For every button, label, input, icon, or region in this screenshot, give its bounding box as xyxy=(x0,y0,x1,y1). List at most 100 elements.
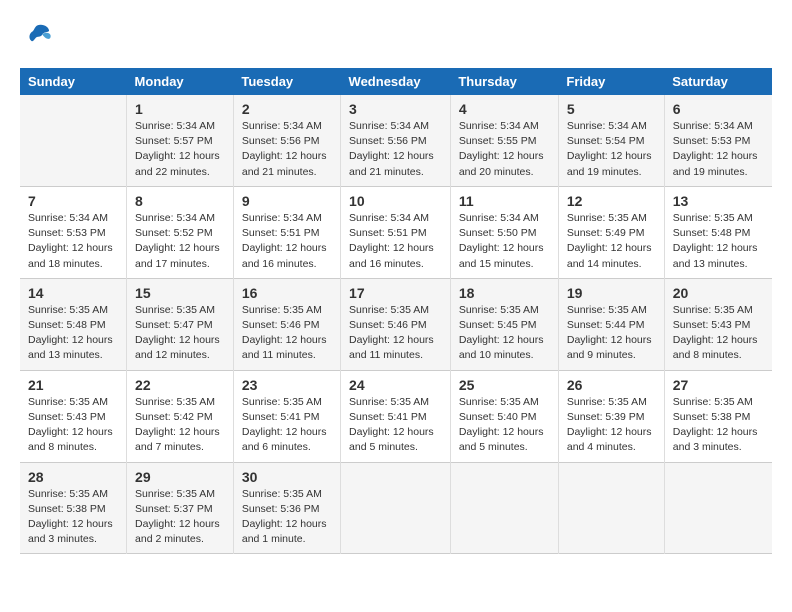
day-info: Sunrise: 5:35 AM Sunset: 5:46 PM Dayligh… xyxy=(349,303,442,364)
day-number: 22 xyxy=(135,377,225,393)
day-info: Sunrise: 5:34 AM Sunset: 5:52 PM Dayligh… xyxy=(135,211,225,272)
calendar-cell: 14 Sunrise: 5:35 AM Sunset: 5:48 PM Dayli… xyxy=(20,278,127,370)
page-header xyxy=(20,20,772,52)
day-number: 30 xyxy=(242,469,332,485)
calendar-cell: 9 Sunrise: 5:34 AM Sunset: 5:51 PM Daylig… xyxy=(233,186,340,278)
calendar-cell: 6Sunrise: 5:34 AM Sunset: 5:53 PM Daylig… xyxy=(664,95,772,186)
calendar-cell: 29Sunrise: 5:35 AM Sunset: 5:37 PM Dayli… xyxy=(127,462,234,554)
day-info: Sunrise: 5:34 AM Sunset: 5:53 PM Dayligh… xyxy=(28,211,118,272)
calendar-cell: 22 Sunrise: 5:35 AM Sunset: 5:42 PM Dayli… xyxy=(127,370,234,462)
day-info: Sunrise: 5:34 AM Sunset: 5:55 PM Dayligh… xyxy=(459,119,550,180)
calendar-cell: 11 Sunrise: 5:34 AM Sunset: 5:50 PM Dayli… xyxy=(450,186,558,278)
calendar-cell: 12Sunrise: 5:35 AM Sunset: 5:49 PM Dayli… xyxy=(558,186,664,278)
day-info: Sunrise: 5:34 AM Sunset: 5:56 PM Dayligh… xyxy=(349,119,442,180)
calendar-cell: 27 Sunrise: 5:35 AM Sunset: 5:38 PM Dayli… xyxy=(664,370,772,462)
calendar-cell xyxy=(664,462,772,554)
day-header-thursday: Thursday xyxy=(450,68,558,95)
day-info: Sunrise: 5:35 AM Sunset: 5:48 PM Dayligh… xyxy=(28,303,118,364)
day-number: 18 xyxy=(459,285,550,301)
calendar-cell: 10 Sunrise: 5:34 AM Sunset: 5:51 PM Dayli… xyxy=(341,186,451,278)
day-info: Sunrise: 5:35 AM Sunset: 5:43 PM Dayligh… xyxy=(673,303,764,364)
day-info: Sunrise: 5:35 AM Sunset: 5:46 PM Dayligh… xyxy=(242,303,332,364)
calendar-cell: 23 Sunrise: 5:35 AM Sunset: 5:41 PM Dayli… xyxy=(233,370,340,462)
calendar-cell: 8 Sunrise: 5:34 AM Sunset: 5:52 PM Daylig… xyxy=(127,186,234,278)
calendar-cell: 19 Sunrise: 5:35 AM Sunset: 5:44 PM Dayli… xyxy=(558,278,664,370)
day-info: Sunrise: 5:35 AM Sunset: 5:41 PM Dayligh… xyxy=(349,395,442,456)
calendar-cell: 7 Sunrise: 5:34 AM Sunset: 5:53 PM Daylig… xyxy=(20,186,127,278)
calendar-cell: 2 Sunrise: 5:34 AM Sunset: 5:56 PM Daylig… xyxy=(233,95,340,186)
day-info: Sunrise: 5:35 AM Sunset: 5:38 PM Dayligh… xyxy=(673,395,764,456)
calendar-cell xyxy=(341,462,451,554)
day-number: 5 xyxy=(567,101,656,117)
calendar-cell xyxy=(558,462,664,554)
day-number: 26 xyxy=(567,377,656,393)
day-header-friday: Friday xyxy=(558,68,664,95)
calendar-cell: 13Sunrise: 5:35 AM Sunset: 5:48 PM Dayli… xyxy=(664,186,772,278)
day-number: 21 xyxy=(28,377,118,393)
day-info: Sunrise: 5:34 AM Sunset: 5:51 PM Dayligh… xyxy=(242,211,332,272)
day-number: 9 xyxy=(242,193,332,209)
calendar-cell: 5Sunrise: 5:34 AM Sunset: 5:54 PM Daylig… xyxy=(558,95,664,186)
day-header-sunday: Sunday xyxy=(20,68,127,95)
day-number: 29 xyxy=(135,469,225,485)
day-info: Sunrise: 5:35 AM Sunset: 5:42 PM Dayligh… xyxy=(135,395,225,456)
day-header-saturday: Saturday xyxy=(664,68,772,95)
day-number: 10 xyxy=(349,193,442,209)
day-number: 2 xyxy=(242,101,332,117)
calendar-cell: 18Sunrise: 5:35 AM Sunset: 5:45 PM Dayli… xyxy=(450,278,558,370)
week-row-1: 1 Sunrise: 5:34 AM Sunset: 5:57 PM Daylig… xyxy=(20,95,772,186)
week-row-5: 28 Sunrise: 5:35 AM Sunset: 5:38 PM Dayli… xyxy=(20,462,772,554)
day-info: Sunrise: 5:34 AM Sunset: 5:57 PM Dayligh… xyxy=(135,119,225,180)
logo-bird-icon xyxy=(20,20,52,52)
day-info: Sunrise: 5:35 AM Sunset: 5:39 PM Dayligh… xyxy=(567,395,656,456)
calendar-cell: 16 Sunrise: 5:35 AM Sunset: 5:46 PM Dayli… xyxy=(233,278,340,370)
day-number: 6 xyxy=(673,101,764,117)
day-info: Sunrise: 5:35 AM Sunset: 5:40 PM Dayligh… xyxy=(459,395,550,456)
day-header-monday: Monday xyxy=(127,68,234,95)
day-info: Sunrise: 5:34 AM Sunset: 5:50 PM Dayligh… xyxy=(459,211,550,272)
day-number: 1 xyxy=(135,101,225,117)
day-number: 28 xyxy=(28,469,118,485)
calendar-cell: 24 Sunrise: 5:35 AM Sunset: 5:41 PM Dayli… xyxy=(341,370,451,462)
day-info: Sunrise: 5:35 AM Sunset: 5:41 PM Dayligh… xyxy=(242,395,332,456)
day-number: 3 xyxy=(349,101,442,117)
logo xyxy=(20,20,56,52)
calendar-table: SundayMondayTuesdayWednesdayThursdayFrid… xyxy=(20,68,772,554)
day-number: 20 xyxy=(673,285,764,301)
day-number: 8 xyxy=(135,193,225,209)
calendar-cell: 4 Sunrise: 5:34 AM Sunset: 5:55 PM Daylig… xyxy=(450,95,558,186)
day-info: Sunrise: 5:34 AM Sunset: 5:56 PM Dayligh… xyxy=(242,119,332,180)
day-number: 4 xyxy=(459,101,550,117)
calendar-cell: 1 Sunrise: 5:34 AM Sunset: 5:57 PM Daylig… xyxy=(127,95,234,186)
week-row-4: 21 Sunrise: 5:35 AM Sunset: 5:43 PM Dayli… xyxy=(20,370,772,462)
day-info: Sunrise: 5:35 AM Sunset: 5:48 PM Dayligh… xyxy=(673,211,764,272)
day-number: 16 xyxy=(242,285,332,301)
week-row-2: 7 Sunrise: 5:34 AM Sunset: 5:53 PM Daylig… xyxy=(20,186,772,278)
calendar-cell: 20 Sunrise: 5:35 AM Sunset: 5:43 PM Dayli… xyxy=(664,278,772,370)
day-header-wednesday: Wednesday xyxy=(341,68,451,95)
day-number: 23 xyxy=(242,377,332,393)
day-number: 11 xyxy=(459,193,550,209)
day-info: Sunrise: 5:35 AM Sunset: 5:43 PM Dayligh… xyxy=(28,395,118,456)
calendar-cell: 3 Sunrise: 5:34 AM Sunset: 5:56 PM Daylig… xyxy=(341,95,451,186)
calendar-cell: 15 Sunrise: 5:35 AM Sunset: 5:47 PM Dayli… xyxy=(127,278,234,370)
day-info: Sunrise: 5:35 AM Sunset: 5:47 PM Dayligh… xyxy=(135,303,225,364)
day-info: Sunrise: 5:35 AM Sunset: 5:44 PM Dayligh… xyxy=(567,303,656,364)
day-number: 27 xyxy=(673,377,764,393)
calendar-cell: 21 Sunrise: 5:35 AM Sunset: 5:43 PM Dayli… xyxy=(20,370,127,462)
calendar-cell: 25 Sunrise: 5:35 AM Sunset: 5:40 PM Dayli… xyxy=(450,370,558,462)
day-number: 15 xyxy=(135,285,225,301)
day-header-tuesday: Tuesday xyxy=(233,68,340,95)
day-number: 17 xyxy=(349,285,442,301)
day-number: 7 xyxy=(28,193,118,209)
week-row-3: 14 Sunrise: 5:35 AM Sunset: 5:48 PM Dayli… xyxy=(20,278,772,370)
calendar-cell: 26 Sunrise: 5:35 AM Sunset: 5:39 PM Dayli… xyxy=(558,370,664,462)
day-number: 14 xyxy=(28,285,118,301)
day-info: Sunrise: 5:35 AM Sunset: 5:38 PM Dayligh… xyxy=(28,487,118,548)
day-number: 12 xyxy=(567,193,656,209)
day-number: 24 xyxy=(349,377,442,393)
day-number: 25 xyxy=(459,377,550,393)
day-number: 19 xyxy=(567,285,656,301)
day-info: Sunrise: 5:34 AM Sunset: 5:51 PM Dayligh… xyxy=(349,211,442,272)
day-info: Sunrise: 5:35 AM Sunset: 5:36 PM Dayligh… xyxy=(242,487,332,548)
